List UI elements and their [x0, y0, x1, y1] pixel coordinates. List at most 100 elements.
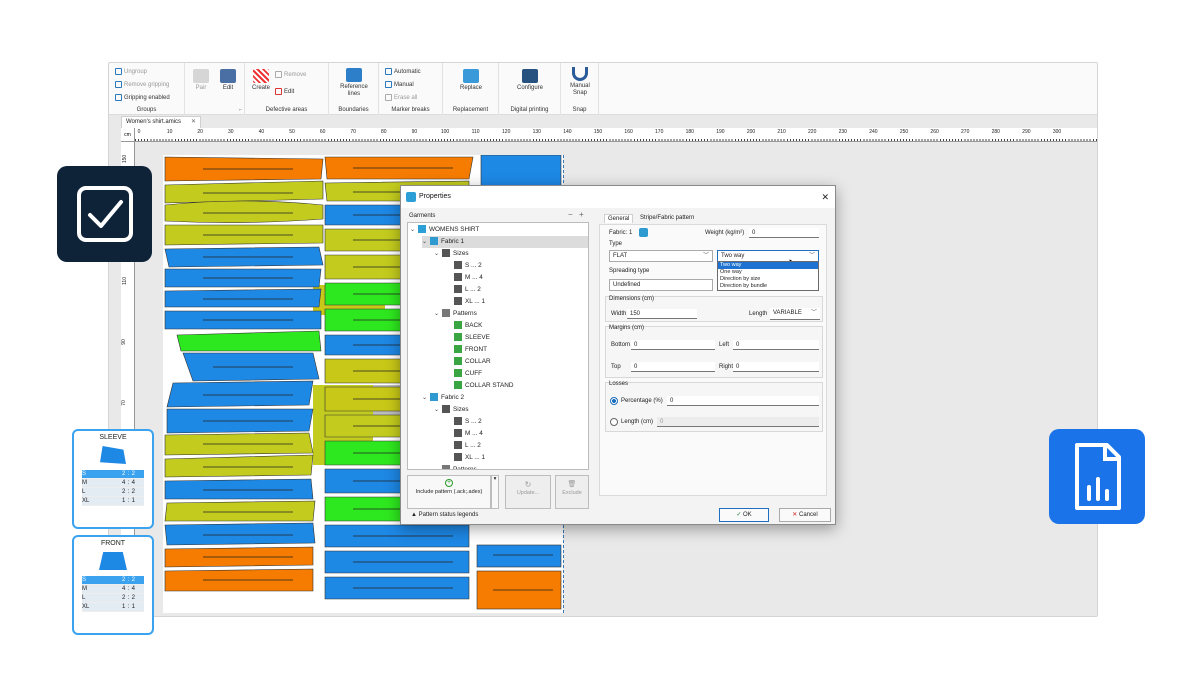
close-icon[interactable]: ✕	[821, 186, 829, 208]
gripping-enabled-button[interactable]: Gripping enabled	[115, 94, 170, 101]
tree-item[interactable]: M ... 4	[446, 272, 588, 284]
length-cm-radio[interactable]	[610, 418, 618, 426]
tree-item[interactable]: ⌄ WOMENS SHIRT	[410, 224, 588, 236]
include-pattern-button[interactable]: + Include pattern (.ack;.adex)	[407, 475, 491, 509]
right-input[interactable]: 0	[733, 362, 819, 372]
tree-item[interactable]: COLLAR STAND	[446, 380, 588, 392]
tree-item[interactable]: ⌄ Sizes	[434, 404, 588, 416]
pattern-status-legends-link[interactable]: ▲ Pattern status legends	[411, 512, 478, 518]
tree-item[interactable]: CUFF	[446, 368, 588, 380]
add-icon: +	[445, 479, 453, 487]
size-row[interactable]: XL 1:1	[82, 603, 144, 612]
direction-option[interactable]: Direction by size	[718, 276, 818, 283]
ungroup-button[interactable]: Ungroup	[115, 68, 147, 75]
checkbox-tile	[57, 166, 152, 262]
document-tab[interactable]: Women's shirt.amics ✕	[121, 116, 202, 128]
weight-input[interactable]: 0	[749, 228, 819, 238]
digital-printing-group: Configure Digital printing	[499, 63, 561, 115]
expand-chevron-icon[interactable]: ⌄	[410, 224, 418, 236]
size-row[interactable]: M4:4	[82, 479, 144, 488]
left-input[interactable]: 0	[733, 340, 819, 350]
expand-chevron-icon[interactable]: ⌄	[434, 308, 442, 320]
configure-button[interactable]: Configure	[511, 69, 549, 91]
tab-general[interactable]: General	[604, 214, 634, 223]
expand-chevron-icon[interactable]: ⌄	[422, 392, 430, 404]
size-name: S	[82, 577, 87, 583]
edit-defect-button[interactable]: Edit	[275, 88, 294, 95]
expand-chevron-icon[interactable]: ⌄	[434, 404, 442, 416]
fabric-swatch-icon[interactable]	[639, 228, 648, 237]
tree-item[interactable]: ⌄ Sizes	[434, 248, 588, 260]
trash-icon: 🗑	[567, 481, 577, 488]
reference-lines-button[interactable]: Reference lines	[335, 68, 373, 98]
automatic-button[interactable]: Automatic	[385, 68, 421, 75]
ruler-tick-label: 130	[532, 129, 541, 135]
tree-item[interactable]: S ... 2	[446, 416, 588, 428]
size-row[interactable]: L2:2	[82, 594, 144, 603]
size-row[interactable]: L2:2	[82, 488, 144, 497]
tree-item[interactable]: ⌄ Fabric 2	[422, 392, 588, 404]
direction-option[interactable]: Direction by bundle	[718, 283, 818, 290]
direction-option[interactable]: Two way	[718, 262, 818, 269]
update-button[interactable]: ↻ Update...	[505, 475, 551, 509]
manual-button[interactable]: Manual	[385, 81, 414, 88]
remove-button[interactable]: Remove	[275, 71, 306, 78]
pattern-icon	[442, 309, 450, 318]
dialog-launcher-icon[interactable]: ⌐	[239, 107, 242, 113]
size-row[interactable]: M4:4	[82, 585, 144, 594]
include-dropdown-arrow[interactable]: ▾	[491, 475, 499, 509]
width-input[interactable]: 150	[627, 309, 697, 319]
collapse-all-icon[interactable]: −	[568, 210, 573, 219]
percentage-radio[interactable]	[610, 397, 618, 405]
cancel-button[interactable]: ✕ Cancel	[779, 508, 831, 522]
tree-item[interactable]: M ... 4	[446, 428, 588, 440]
tree-item[interactable]: FRONT	[446, 344, 588, 356]
tree-item[interactable]: ⌄ Patterns	[434, 464, 588, 469]
tree-item[interactable]: SLEEVE	[446, 332, 588, 344]
tree-item[interactable]: XL ... 1	[446, 452, 588, 464]
tree-item[interactable]: L ... 2	[446, 440, 588, 452]
expand-chevron-icon[interactable]: ⌄	[434, 248, 442, 260]
tree-item[interactable]: BACK	[446, 320, 588, 332]
expand-chevron-icon[interactable]: ⌄	[434, 464, 442, 469]
create-button[interactable]: Create	[250, 69, 272, 91]
direction-option[interactable]: One way	[718, 269, 818, 276]
ruler-tick-label: 160	[624, 129, 633, 135]
size-row[interactable]: XL 1:1	[82, 497, 144, 506]
tree-item[interactable]: S ... 2	[446, 260, 588, 272]
tree-item[interactable]: XL ... 1	[446, 296, 588, 308]
remove-gripping-button[interactable]: Remove gripping	[115, 81, 169, 88]
pair-button[interactable]: Pair	[191, 69, 211, 91]
replace-button[interactable]: Replace	[457, 69, 485, 91]
report-tile	[1049, 429, 1145, 524]
length-cm-input[interactable]: 0	[657, 417, 819, 427]
tree-item[interactable]: ⌄ Patterns	[434, 308, 588, 320]
expand-chevron-icon[interactable]: ⌄	[422, 236, 430, 248]
tab-stripe-fabric-pattern[interactable]: Stripe/Fabric pattern	[640, 215, 694, 221]
length-select[interactable]: VARIABLE ﹀	[770, 308, 820, 320]
ruler-tick-label: 90	[120, 339, 127, 345]
expand-all-icon[interactable]: +	[579, 210, 584, 219]
exclude-button[interactable]: 🗑 Exclude	[555, 475, 589, 509]
top-input[interactable]: 0	[631, 362, 715, 372]
edit-button[interactable]: Edit	[217, 69, 239, 91]
percentage-input[interactable]: 0	[667, 396, 819, 406]
erase-all-button[interactable]: Erase all	[385, 94, 417, 101]
direction-dropdown-list[interactable]: Two way One way Direction by size Direction…	[717, 261, 819, 291]
manual-snap-button[interactable]: Manual Snap	[565, 67, 595, 97]
spreading-type-select[interactable]: Undefined	[609, 279, 713, 291]
tree-item-label: WOMENS SHIRT	[429, 226, 480, 233]
tree-item[interactable]: L ... 2	[446, 284, 588, 296]
ok-button[interactable]: ✓ OK	[719, 508, 769, 522]
garment-tree[interactable]: ⌄ WOMENS SHIRT ⌄ Fabric 1 ⌄ Sizes S ... 2 M ...…	[407, 222, 589, 470]
size-row[interactable]: S2:2	[82, 576, 144, 585]
garments-label: Garments	[409, 213, 436, 219]
tree-item[interactable]: COLLAR	[446, 356, 588, 368]
type-select[interactable]: FLAT ﹀	[609, 250, 713, 262]
tree-item[interactable]: ⌄ Fabric 1	[422, 236, 588, 248]
size-row[interactable]: S2:2	[82, 470, 144, 479]
close-tab-icon[interactable]: ✕	[191, 119, 196, 125]
groups-caption: Groups	[136, 107, 157, 113]
size-qty: 1	[122, 604, 126, 610]
bottom-input[interactable]: 0	[631, 340, 715, 350]
